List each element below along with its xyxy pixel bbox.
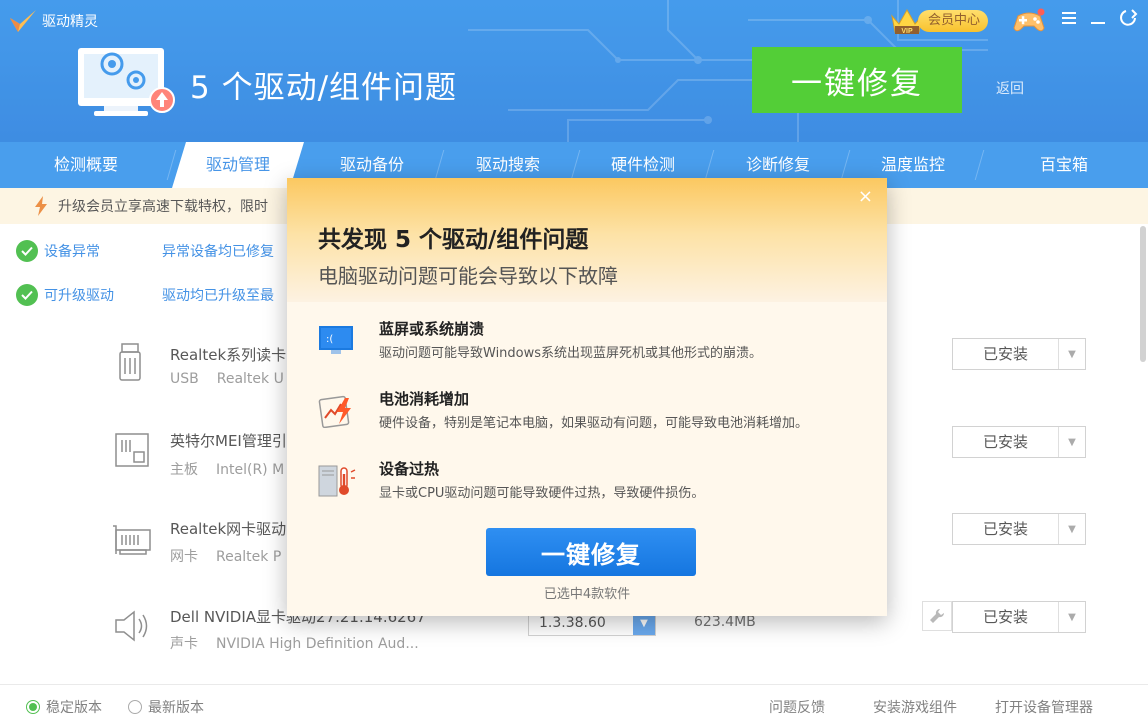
check-icon xyxy=(16,284,38,306)
install-status-dropdown[interactable]: 已安装 ▼ xyxy=(952,513,1086,545)
app-window: 驱动精灵 5 个驱动/组件问题 一键修复 返回 VIP 会员中心 检测概要 驱动… xyxy=(0,0,1148,726)
chevron-down-icon[interactable]: ▼ xyxy=(1059,427,1085,457)
bluescreen-icon: :( xyxy=(319,326,353,354)
issue-title: 蓝屏或系统崩溃 xyxy=(379,320,485,338)
radio-selected-icon xyxy=(26,700,40,714)
dialog-subtitle: 电脑驱动问题可能会导致以下故障 xyxy=(318,264,618,288)
feedback-link[interactable]: 问题反馈 xyxy=(769,697,825,717)
driver-size: 623.4MB xyxy=(694,614,756,630)
lightning-icon xyxy=(35,196,47,216)
issue-item-battery: 电池消耗增加 硬件设备，特别是笔记本电脑，如果驱动有问题，可能导致电池消耗增加。 xyxy=(317,388,877,438)
speaker-icon xyxy=(115,610,148,642)
driver-detail: 主板 Intel(R) M xyxy=(170,462,285,478)
selected-count: 已选中4款软件 xyxy=(543,587,631,602)
radio-unselected-icon xyxy=(128,700,142,714)
one-click-fix-button[interactable]: 一键修复 xyxy=(752,47,962,113)
chevron-down-icon[interactable]: ▼ xyxy=(1059,514,1085,544)
driver-detail: USB Realtek U xyxy=(170,371,284,387)
issue-item-bluescreen: :( 蓝屏或系统崩溃 驱动问题可能导致Windows系统出现蓝屏死机或其他形式的… xyxy=(317,318,877,368)
stable-version-radio[interactable]: 稳定版本 xyxy=(26,697,102,717)
open-device-manager-link[interactable]: 打开设备管理器 xyxy=(995,697,1093,717)
tab-overview[interactable]: 检测概要 xyxy=(0,142,177,188)
minimize-icon[interactable] xyxy=(1090,10,1106,26)
card-reader-icon xyxy=(119,343,141,381)
status-device-abnormal: 设备异常 异常设备均已修复 xyxy=(16,240,274,262)
svg-text::(: :( xyxy=(326,334,333,345)
status-message: 异常设备均已修复 xyxy=(162,244,274,260)
issue-desc: 显卡或CPU驱动问题可能导致硬件过热，导致硬件损伤。 xyxy=(379,486,705,501)
exit-icon[interactable] xyxy=(1118,8,1138,28)
battery-drain-icon xyxy=(318,395,351,428)
install-status-dropdown[interactable]: 已安装 ▼ xyxy=(952,426,1086,458)
driver-detail: 网卡 Realtek P xyxy=(170,549,282,565)
driver-name[interactable]: Realtek系列读卡 xyxy=(170,344,286,365)
network-card-icon xyxy=(113,525,151,555)
issue-title: 设备过热 xyxy=(379,460,440,478)
issue-title: 电池消耗增加 xyxy=(379,390,470,408)
status-label[interactable]: 可升级驱动 xyxy=(44,285,114,305)
install-status-dropdown[interactable]: 已安装 ▼ xyxy=(952,601,1086,633)
dialog-one-click-fix-button[interactable]: 一键修复 xyxy=(486,528,696,576)
banner-text: 升级会员立享高速下载特权，限时 xyxy=(58,199,268,215)
driver-name[interactable]: Realtek网卡驱动 xyxy=(170,518,286,539)
app-name: 驱动精灵 xyxy=(42,14,98,30)
issue-count-title: 5 个驱动/组件问题 xyxy=(190,70,458,106)
vip-center-button[interactable]: VIP 会员中心 xyxy=(890,6,989,36)
tab-toolbox[interactable]: 百宝箱 xyxy=(980,142,1148,188)
status-label[interactable]: 设备异常 xyxy=(44,241,100,261)
scrollbar-thumb[interactable] xyxy=(1140,226,1146,362)
issue-desc: 硬件设备，特别是笔记本电脑，如果驱动有问题，可能导致电池消耗增加。 xyxy=(379,416,809,431)
latest-version-radio[interactable]: 最新版本 xyxy=(128,697,204,717)
svg-text:VIP: VIP xyxy=(901,28,913,35)
status-message: 驱动均已升级至最 xyxy=(162,288,274,304)
check-icon xyxy=(16,240,38,262)
issue-item-overheat: 设备过热 显卡或CPU驱动问题可能导致硬件过热，导致硬件损伤。 xyxy=(317,458,877,508)
driver-detail: 声卡 NVIDIA High Definition Aud... xyxy=(170,636,419,652)
menu-icon[interactable] xyxy=(1061,10,1077,26)
wrench-icon xyxy=(930,608,945,623)
app-logo: 驱动精灵 xyxy=(8,8,98,34)
install-status-dropdown[interactable]: 已安装 ▼ xyxy=(952,338,1086,370)
overheat-icon xyxy=(318,465,356,497)
issues-dialog: × 共发现 5 个驱动/组件问题 电脑驱动问题可能会导致以下故障 :( 蓝屏或系… xyxy=(287,178,887,616)
close-icon[interactable]: × xyxy=(858,188,873,206)
vip-center-label: 会员中心 xyxy=(918,10,989,32)
repair-tool-button[interactable] xyxy=(922,601,952,631)
header: 驱动精灵 5 个驱动/组件问题 一键修复 返回 VIP 会员中心 xyxy=(0,0,1148,142)
driver-name[interactable]: 英特尔MEI管理引 xyxy=(170,430,287,451)
computer-gear-icon xyxy=(78,48,175,116)
issue-desc: 驱动问题可能导致Windows系统出现蓝屏死机或其他形式的崩溃。 xyxy=(379,346,763,361)
logo-icon xyxy=(10,10,36,32)
tab-driver-management[interactable]: 驱动管理 xyxy=(172,142,304,188)
gamepad-icon[interactable] xyxy=(1012,8,1046,34)
dialog-title: 共发现 5 个驱动/组件问题 xyxy=(318,227,589,253)
chevron-down-icon[interactable]: ▼ xyxy=(1059,339,1085,369)
footer: 稳定版本 最新版本 问题反馈 安装游戏组件 打开设备管理器 xyxy=(0,684,1148,726)
chevron-down-icon[interactable]: ▼ xyxy=(1059,602,1085,632)
install-game-components-link[interactable]: 安装游戏组件 xyxy=(873,697,957,717)
status-upgradable: 可升级驱动 驱动均已升级至最 xyxy=(16,284,274,306)
back-link[interactable]: 返回 xyxy=(996,78,1024,98)
motherboard-icon xyxy=(115,433,149,467)
